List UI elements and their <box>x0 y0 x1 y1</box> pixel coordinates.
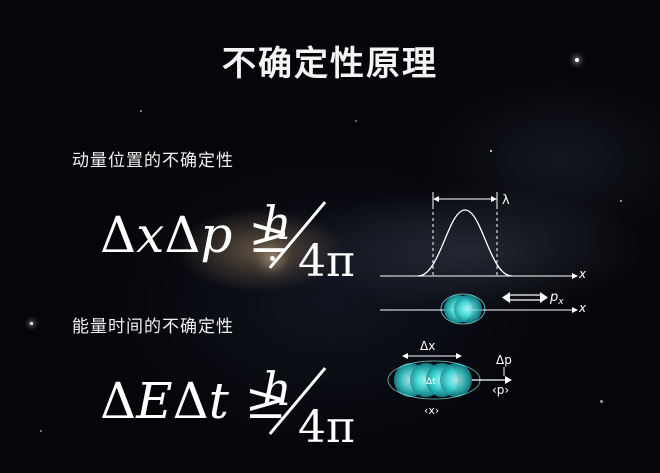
numerator-h: h <box>262 196 292 250</box>
arrow-head <box>572 307 578 313</box>
variable-t: t <box>208 372 229 430</box>
energy-time-label: 能量时间的不确定性 <box>72 317 234 337</box>
arrow-head <box>502 292 510 303</box>
double-arrow-icon <box>508 294 542 301</box>
arrow-head <box>572 273 578 279</box>
gaussian-curve <box>417 209 513 277</box>
mean-p-label: ‹p› <box>492 383 509 397</box>
star <box>490 150 492 152</box>
particle-blob <box>454 295 482 323</box>
delta-symbol: Δ <box>172 372 209 430</box>
arrow-head <box>456 353 462 359</box>
page-title: 不确定性原理 <box>222 44 438 84</box>
wave-packet <box>440 363 472 397</box>
momentum-position-label: 动量位置的不确定性 <box>72 151 234 171</box>
arrow-head <box>540 292 548 303</box>
variable-p: p <box>200 206 233 264</box>
arrow-head <box>433 196 439 202</box>
delta-x-label: Δx <box>420 339 435 353</box>
variable-x: x <box>136 206 165 264</box>
star <box>600 400 603 403</box>
star <box>30 322 33 325</box>
variable-e: E <box>136 372 173 430</box>
momentum-label: px <box>549 290 564 307</box>
delta-p-label: Δp <box>496 353 512 367</box>
lambda-label: λ <box>502 193 510 208</box>
delta-symbol: Δ <box>100 206 137 264</box>
x-axis-label: x <box>578 301 587 315</box>
star <box>355 120 357 122</box>
numerator-h: h <box>262 362 292 416</box>
arrow-head <box>491 196 497 202</box>
delta-symbol: Δ <box>100 372 137 430</box>
denominator-4pi: 4π <box>298 236 355 287</box>
star <box>140 110 142 112</box>
denominator-4pi: 4π <box>298 402 355 453</box>
mean-x-label: ‹x› <box>424 404 439 417</box>
delta-symbol: Δ <box>164 206 201 264</box>
arrow-head <box>402 353 408 359</box>
energy-time-diagram: Δx Δt Δp ‹p› ‹x› <box>387 339 512 417</box>
x-axis-label: x <box>578 267 587 281</box>
center-text: Δt <box>426 377 436 387</box>
energy-time-formula: ΔEΔt ≥ <box>100 372 287 430</box>
wave-packet-diagram: λ x x px <box>380 192 587 325</box>
star <box>40 430 42 432</box>
star <box>620 200 622 202</box>
